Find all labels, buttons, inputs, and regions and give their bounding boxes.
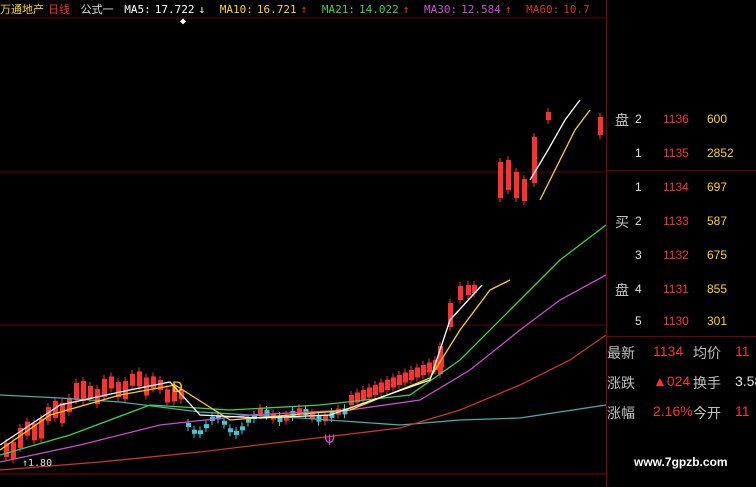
sell-row-1[interactable]: 1 1135 2852 — [607, 136, 756, 170]
buy-side-label: 买 — [615, 214, 629, 230]
legend-ma60: MA60: 10.7 — [526, 3, 590, 16]
stat-row-pct: 涨幅 2.16% 今开 11 — [607, 403, 750, 421]
candle — [373, 385, 378, 395]
candle — [222, 420, 227, 425]
candle — [498, 162, 503, 198]
candle — [198, 430, 203, 435]
candle — [74, 383, 79, 401]
candle — [192, 429, 197, 434]
ma21-line — [0, 224, 606, 456]
candle — [165, 389, 170, 403]
sell-side-label: 盘 — [615, 112, 629, 128]
buy-row-5[interactable]: 5 1130 301 — [607, 304, 756, 338]
candle — [421, 365, 426, 375]
legend-ma10: MA10: 16.721 ↑ — [219, 3, 308, 16]
stat-row-latest: 最新 1134 均价 11 — [607, 343, 750, 361]
ma5-line-upper — [529, 99, 581, 181]
signal-psi-icon: Ψ — [324, 433, 335, 449]
candle — [546, 112, 551, 120]
ma60-line — [0, 334, 606, 471]
candle — [409, 370, 414, 380]
candle — [102, 378, 107, 397]
candle — [264, 409, 270, 416]
candle — [385, 380, 390, 390]
candle — [228, 428, 233, 433]
candle — [186, 423, 191, 427]
candle — [137, 371, 142, 387]
watermark: www.7gpzb.com — [634, 455, 728, 469]
candle — [88, 386, 93, 398]
candlestick-chart[interactable]: ↑1.80 D Ψ — [0, 0, 606, 487]
candle — [60, 402, 65, 423]
candle — [25, 421, 30, 436]
legend-ma30: MA30: 12.584 ↑ — [424, 3, 512, 16]
buy-side-label-2: 盘 — [615, 282, 629, 298]
buy-row-4[interactable]: 盘 4 1131 855 — [607, 272, 756, 306]
buy-row-1[interactable]: 1 1134 697 — [607, 170, 756, 204]
candle — [234, 430, 239, 435]
candle — [240, 426, 245, 431]
candle — [466, 285, 471, 295]
candle — [506, 160, 511, 190]
candle — [361, 390, 366, 400]
ma30-line — [0, 274, 606, 463]
candle — [367, 387, 372, 398]
buy-row-3[interactable]: 3 1132 675 — [607, 238, 756, 272]
candle — [109, 376, 114, 389]
ma120-line — [0, 394, 606, 426]
low-price-label: ↑1.80 — [22, 458, 52, 469]
candle — [204, 424, 209, 429]
ma5-line — [0, 284, 483, 446]
stock-name: 万通地产 — [0, 3, 44, 16]
candle — [349, 395, 354, 405]
chart-legend: 万通地产 日线 公式一 MA5: 17.722 ↓ MA10: 16.721 ↑ MA21… — [0, 2, 598, 18]
candle — [514, 172, 519, 198]
formula-label[interactable]: 公式一 — [81, 3, 114, 16]
candle — [522, 179, 527, 201]
buy-row-2[interactable]: 买 2 1133 587 — [607, 204, 756, 238]
period-label[interactable]: 日线 — [48, 3, 70, 16]
candle — [458, 286, 463, 300]
sell-row-2[interactable]: 盘 2 1136 600 — [607, 102, 756, 136]
candle — [415, 367, 420, 378]
chart-canvas[interactable]: ↑1.80 D Ψ — [0, 0, 606, 487]
signal-icon: D — [172, 380, 183, 396]
candle — [397, 375, 402, 385]
legend-ma21: MA21: 14.022 ↑ — [321, 3, 410, 16]
candle — [391, 377, 396, 388]
candle — [427, 362, 432, 373]
candle — [130, 373, 135, 386]
order-book-panel: 盘 2 1136 600 1 1135 2852 1 1134 697 买 2 … — [606, 0, 756, 487]
stat-row-change: 涨跌 ▲024 换手 3.58 — [607, 373, 756, 391]
candle — [81, 381, 86, 402]
legend-ma5: MA5: 17.722 ↓ — [124, 3, 206, 16]
candle — [379, 382, 384, 393]
cursor-marker-icon: ◆ — [180, 16, 187, 27]
candle — [403, 372, 408, 383]
candle — [598, 117, 603, 135]
candle — [151, 376, 156, 389]
